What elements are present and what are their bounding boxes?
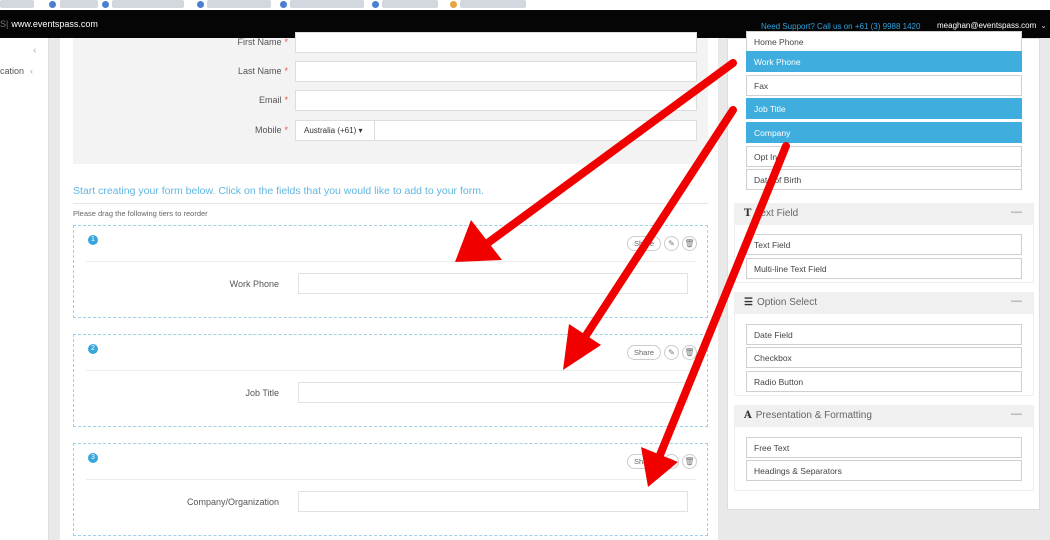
bookmark-icon[interactable] [372,1,379,8]
left-sidebar: ‹ cation ‹ [0,38,49,540]
format-icon: A [744,410,752,421]
user-email: meaghan@eventspass.com [937,21,1037,30]
email-row: Email * [73,90,708,111]
last-name-label: Last Name * [237,66,288,76]
form-field-block[interactable]: 2 Share ✎ 🗑 Job Title [73,334,708,427]
field-label: Work Phone [229,279,279,289]
collapse-icon[interactable]: — [1011,295,1022,307]
field-number-badge: 2 [88,344,98,354]
field-option-date-field[interactable]: Date Field [746,324,1022,345]
sidebar-item-communication[interactable]: cation ‹ [0,66,33,76]
edit-wrench-icon[interactable]: ✎ [664,454,679,469]
bookmark[interactable] [382,0,438,8]
support-link[interactable]: Need Support? Call us on +61 (3) 9988 14… [761,22,920,31]
mobile-row: Mobile * Australia (+61) ▾ [73,120,708,141]
field-number-badge: 3 [88,453,98,463]
delete-trash-icon[interactable]: 🗑 [682,236,697,251]
chevron-left-icon: ‹ [30,66,34,76]
section-header-presentation[interactable]: A Presentation & Formatting — [734,405,1034,427]
collapse-chevron-icon[interactable]: ‹ [33,45,36,56]
delete-trash-icon[interactable]: 🗑 [682,454,697,469]
field-option-home-phone[interactable]: Home Phone [746,31,1022,52]
text-icon: T [744,208,752,219]
block-divider [86,479,696,480]
field-option-text-field[interactable]: Text Field [746,234,1022,255]
share-button[interactable]: Share [627,454,662,469]
linkedin-icon[interactable] [49,1,56,8]
share-button[interactable]: Share [627,345,662,360]
section-header-option-select[interactable]: ☰ Option Select — [734,292,1034,314]
collapse-icon[interactable]: — [1011,408,1022,420]
edit-wrench-icon[interactable]: ✎ [664,345,679,360]
brand-text: www.eventspass.com [11,19,98,29]
block-divider [86,261,696,262]
drag-hint: Please drag the following tiers to reord… [73,209,208,218]
country-code-select[interactable]: Australia (+61) ▾ [295,120,375,141]
last-name-row: Last Name * [73,61,708,82]
field-option-radio-button[interactable]: Radio Button [746,371,1022,392]
bookmark-icon[interactable] [450,1,457,8]
field-palette-panel: Home Phone Work Phone Fax Job Title Comp… [727,31,1040,510]
builder-instruction: Start creating your form below. Click on… [73,185,484,197]
field-option-work-phone[interactable]: Work Phone [746,51,1022,72]
user-menu[interactable]: meaghan@eventspass.com ⌄ [937,21,1047,30]
bookmark-icon[interactable] [280,1,287,8]
field-option-multiline-text[interactable]: Multi-line Text Field [746,258,1022,279]
field-label: Company/Organization [186,497,279,507]
bookmark[interactable] [207,0,271,8]
company-input[interactable] [298,491,688,512]
field-option-headings-separators[interactable]: Headings & Separators [746,460,1022,481]
email-label: Email * [258,95,288,105]
mobile-label: Mobile * [254,125,288,135]
bookmark[interactable] [112,0,184,8]
share-button[interactable]: Share [627,236,662,251]
bookmark[interactable] [290,0,364,8]
bookmark[interactable] [0,0,34,8]
edit-wrench-icon[interactable]: ✎ [664,236,679,251]
sidebar-item-label: cation [0,66,25,76]
block-divider [86,370,696,371]
field-option-fax[interactable]: Fax [746,75,1022,96]
bookmark[interactable] [460,0,526,8]
bookmarks-bar [0,0,1050,10]
last-name-input[interactable] [295,61,697,82]
first-name-row: First Name * [73,32,708,53]
delete-trash-icon[interactable]: 🗑 [682,345,697,360]
collapse-icon[interactable]: — [1011,206,1022,218]
bookmark-icon[interactable] [197,1,204,8]
mobile-input[interactable] [374,120,697,141]
first-name-input[interactable] [295,32,697,53]
brand-link[interactable]: S| www.eventspass.com [0,19,98,29]
field-option-date-of-birth[interactable]: Date of Birth [746,169,1022,190]
form-builder-main: First Name * Last Name * Email * Mobile * Au… [60,32,718,540]
bookmark[interactable] [60,0,98,8]
field-option-checkbox[interactable]: Checkbox [746,347,1022,368]
field-option-free-text[interactable]: Free Text [746,437,1022,458]
form-field-block[interactable]: 1 Share ✎ 🗑 Work Phone [73,225,708,318]
work-phone-input[interactable] [298,273,688,294]
contact-details-panel: First Name * Last Name * Email * Mobile * Au… [73,32,708,164]
brand-separator: S| [0,19,9,29]
field-option-job-title[interactable]: Job Title [746,98,1022,119]
divider [73,203,708,204]
email-input[interactable] [295,90,697,111]
field-label: Job Title [245,388,279,398]
bookmark-icon[interactable] [102,1,109,8]
form-field-block[interactable]: 3 Share ✎ 🗑 Company/Organization [73,443,708,536]
field-option-company[interactable]: Company [746,122,1022,143]
chevron-down-icon: ⌄ [1040,21,1047,30]
section-header-text-field[interactable]: T Text Field — [734,203,1034,225]
job-title-input[interactable] [298,382,688,403]
field-option-opt-in[interactable]: Opt In [746,146,1022,167]
field-number-badge: 1 [88,235,98,245]
list-icon: ☰ [744,297,753,308]
first-name-label: First Name * [237,37,288,47]
